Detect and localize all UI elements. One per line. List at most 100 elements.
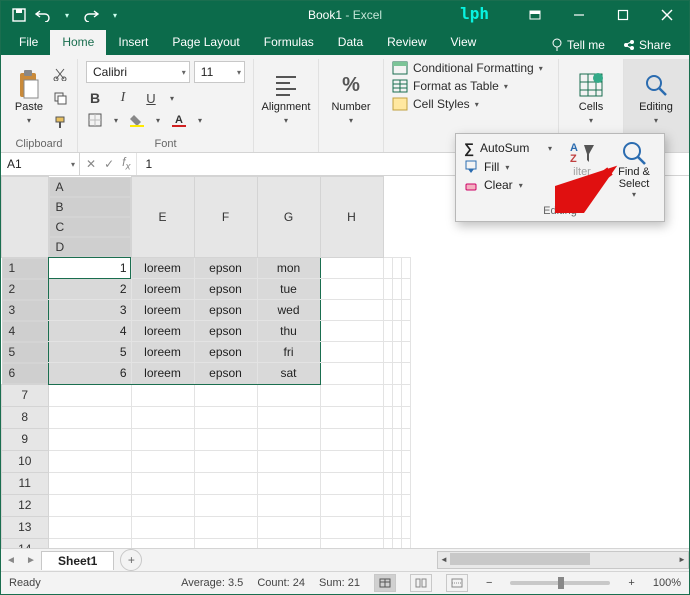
- column-header[interactable]: A: [49, 177, 131, 197]
- cell[interactable]: [48, 384, 131, 406]
- paste-button[interactable]: Paste ▾: [9, 61, 49, 135]
- cell[interactable]: [257, 538, 320, 548]
- cell[interactable]: [383, 342, 392, 363]
- cancel-formula-icon[interactable]: ✕: [86, 157, 96, 171]
- cell[interactable]: [383, 279, 392, 300]
- row-header[interactable]: 2: [2, 279, 48, 300]
- sheet-tab[interactable]: Sheet1: [41, 551, 114, 570]
- select-all-button[interactable]: [2, 177, 49, 258]
- tab-view[interactable]: View: [439, 30, 489, 55]
- view-page-layout-button[interactable]: [410, 574, 432, 592]
- cell[interactable]: [383, 321, 392, 342]
- column-header[interactable]: F: [194, 177, 257, 258]
- cell[interactable]: epson: [194, 342, 257, 363]
- font-color-dropdown-icon[interactable]: ▾: [198, 116, 202, 125]
- cell[interactable]: [320, 472, 383, 494]
- cell[interactable]: [392, 494, 401, 516]
- cell[interactable]: [383, 450, 392, 472]
- horizontal-scrollbar[interactable]: ◄ ►: [437, 551, 689, 569]
- cell[interactable]: [383, 363, 392, 385]
- column-header[interactable]: H: [320, 177, 383, 258]
- paste-dropdown-icon[interactable]: ▾: [27, 116, 31, 125]
- cell[interactable]: [383, 516, 392, 538]
- qat-customize-icon[interactable]: ▾: [105, 5, 125, 25]
- redo-icon[interactable]: [81, 5, 101, 25]
- scroll-right-icon[interactable]: ►: [676, 552, 688, 566]
- sheet-nav-next-icon[interactable]: ►: [21, 555, 41, 566]
- cell[interactable]: [320, 342, 383, 363]
- find-select-button[interactable]: Find & Select▾: [608, 138, 660, 201]
- cell[interactable]: [392, 321, 401, 342]
- tab-home[interactable]: Home: [50, 30, 106, 55]
- cell[interactable]: loreem: [131, 363, 194, 385]
- cell[interactable]: [401, 279, 410, 300]
- close-button[interactable]: [645, 1, 689, 29]
- cell[interactable]: loreem: [131, 321, 194, 342]
- row-header[interactable]: 9: [2, 428, 49, 450]
- cell[interactable]: [401, 300, 410, 321]
- cell[interactable]: 4: [48, 321, 131, 342]
- cell[interactable]: [392, 342, 401, 363]
- cell[interactable]: [392, 384, 401, 406]
- cell[interactable]: [392, 538, 401, 548]
- cell[interactable]: 3: [48, 300, 131, 321]
- cell[interactable]: [320, 257, 383, 279]
- cell[interactable]: [392, 279, 401, 300]
- row-header[interactable]: 14: [2, 538, 49, 548]
- border-button[interactable]: [86, 111, 104, 129]
- cell[interactable]: [194, 472, 257, 494]
- cell[interactable]: [194, 428, 257, 450]
- number-button[interactable]: % Number ▾: [327, 61, 375, 135]
- bold-button[interactable]: B: [86, 89, 104, 107]
- cell[interactable]: [257, 450, 320, 472]
- cell[interactable]: [48, 494, 131, 516]
- cell[interactable]: [194, 384, 257, 406]
- tab-file[interactable]: File: [7, 30, 50, 55]
- enter-formula-icon[interactable]: ✓: [104, 157, 114, 171]
- cell[interactable]: [383, 384, 392, 406]
- font-name-select[interactable]: Calibri▾: [86, 61, 190, 83]
- cell[interactable]: epson: [194, 363, 257, 385]
- cell[interactable]: [320, 516, 383, 538]
- cell[interactable]: [401, 406, 410, 428]
- cell[interactable]: loreem: [131, 279, 194, 300]
- zoom-out-button[interactable]: −: [482, 577, 496, 589]
- scroll-left-icon[interactable]: ◄: [438, 552, 450, 566]
- cell[interactable]: [320, 406, 383, 428]
- alignment-dropdown-icon[interactable]: ▾: [284, 116, 288, 125]
- view-normal-button[interactable]: [374, 574, 396, 592]
- cell[interactable]: [48, 472, 131, 494]
- font-color-button[interactable]: A: [170, 111, 188, 129]
- cell[interactable]: thu: [257, 321, 320, 342]
- cell[interactable]: [194, 516, 257, 538]
- cell[interactable]: [392, 257, 401, 279]
- row-header[interactable]: 12: [2, 494, 49, 516]
- tab-formulas[interactable]: Formulas: [252, 30, 326, 55]
- italic-button[interactable]: I: [114, 89, 132, 107]
- cell[interactable]: [48, 538, 131, 548]
- border-dropdown-icon[interactable]: ▾: [114, 116, 118, 125]
- cell[interactable]: fri: [257, 342, 320, 363]
- cell[interactable]: [383, 538, 392, 548]
- column-header[interactable]: G: [257, 177, 320, 258]
- zoom-in-button[interactable]: +: [624, 577, 638, 589]
- copy-icon[interactable]: [51, 89, 69, 107]
- fill-color-dropdown-icon[interactable]: ▾: [156, 116, 160, 125]
- cells-button[interactable]: Cells ▾: [567, 61, 615, 135]
- cell[interactable]: loreem: [131, 257, 194, 279]
- scroll-thumb[interactable]: [450, 553, 590, 565]
- tell-me[interactable]: Tell me: [545, 35, 611, 55]
- cell[interactable]: [131, 538, 194, 548]
- view-page-break-button[interactable]: [446, 574, 468, 592]
- cell[interactable]: [48, 516, 131, 538]
- column-header[interactable]: E: [131, 177, 194, 258]
- cell[interactable]: [194, 406, 257, 428]
- cell[interactable]: [257, 384, 320, 406]
- name-box[interactable]: A1 ▾: [1, 153, 80, 175]
- cell[interactable]: [320, 450, 383, 472]
- cell[interactable]: [257, 406, 320, 428]
- cell[interactable]: [401, 257, 410, 279]
- cell[interactable]: [131, 494, 194, 516]
- cell[interactable]: [401, 450, 410, 472]
- row-header[interactable]: 5: [2, 342, 48, 363]
